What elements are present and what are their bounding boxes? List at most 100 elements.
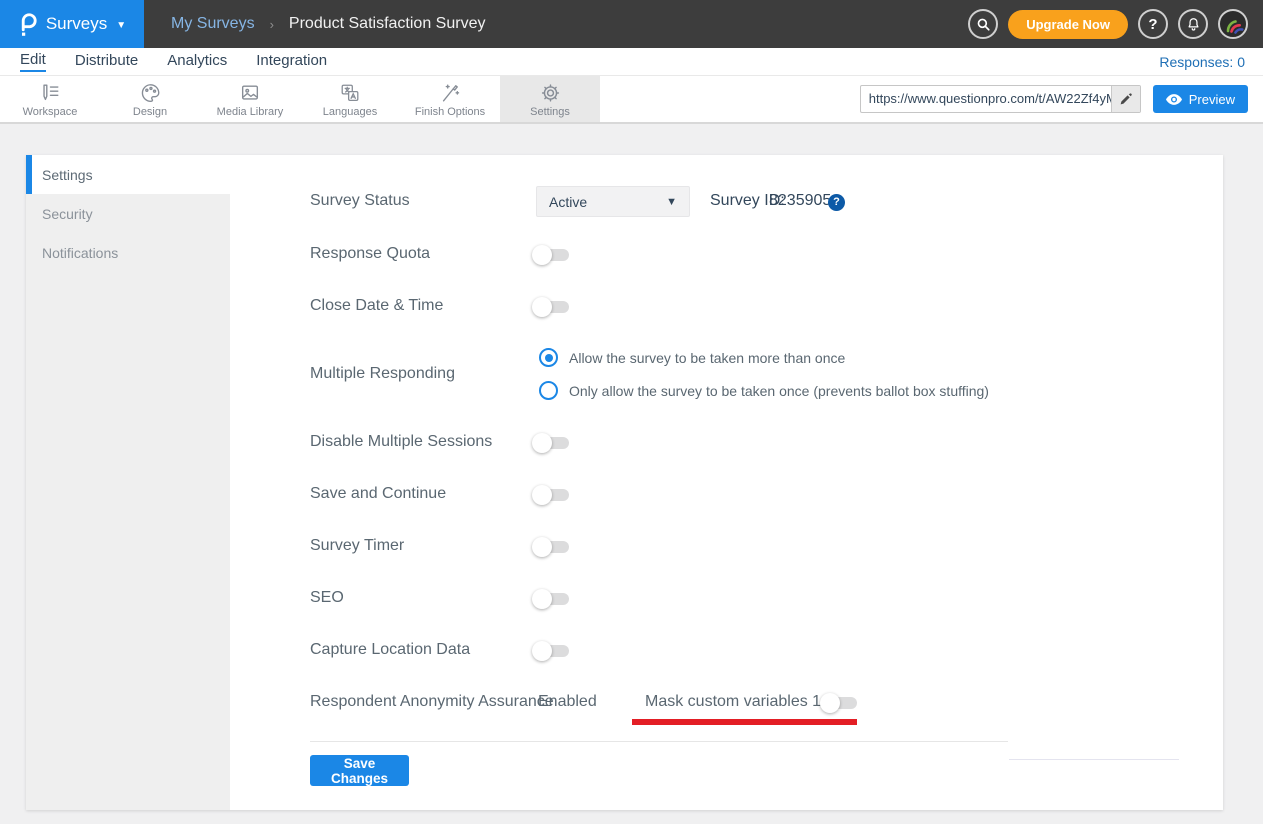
toolbar-item-finish-options[interactable]: Finish Options [400,76,500,122]
save-changes-button[interactable]: Save Changes [310,755,409,786]
app-logo-block[interactable]: Surveys ▼ [0,0,144,48]
breadcrumb-my-surveys[interactable]: My Surveys [171,15,255,33]
toolbar-item-languages[interactable]: Languages [300,76,400,122]
radio-only-once[interactable]: Only allow the survey to be taken once (… [539,381,989,400]
toolbar-right-group: https://www.questionpro.com/t/AW22Zf4yM … [860,76,1263,122]
help-icon: ? [1148,16,1157,33]
survey-url-value[interactable]: https://www.questionpro.com/t/AW22Zf4yM [861,86,1111,112]
avatar-image [1221,12,1245,36]
disable-sessions-label: Disable Multiple Sessions [310,433,492,451]
user-avatar[interactable] [1218,9,1248,39]
toolbar-item-workspace[interactable]: Workspace [0,76,100,122]
sidebar-item-settings[interactable]: Settings [26,155,230,194]
workspace-icon [38,80,62,104]
toolbar-item-design[interactable]: Design [100,76,200,122]
radio-allow-multiple[interactable]: Allow the survey to be taken more than o… [539,348,845,367]
toggle-knob [532,537,552,557]
survey-url-field[interactable]: https://www.questionpro.com/t/AW22Zf4yM [860,85,1141,113]
toggle-knob [532,297,552,317]
radio-label: Allow the survey to be taken more than o… [569,350,845,366]
edit-url-button[interactable] [1111,86,1140,112]
toggle-knob [532,485,552,505]
survey-nav-tabs: Edit Distribute Analytics Integration Re… [0,48,1263,76]
eye-icon [1166,94,1182,105]
header-actions: Upgrade Now ? [968,9,1263,39]
sidebar-item-notifications[interactable]: Notifications [26,233,230,272]
design-icon [139,80,162,104]
mask-variables-label: Mask custom variables 1-5 [645,693,835,711]
toggle-knob [820,693,840,713]
search-icon [976,17,991,32]
form-divider-secondary [1009,759,1179,760]
sidebar-item-label: Security [42,206,93,222]
disable-sessions-toggle[interactable] [533,437,569,449]
search-button[interactable] [968,9,998,39]
radio-selected-icon [539,348,558,367]
survey-timer-toggle[interactable] [533,541,569,553]
anonymity-status: Enabled [538,693,597,711]
toggle-knob [532,245,552,265]
breadcrumb: My Surveys › Product Satisfaction Survey [171,15,485,33]
top-header-bar: Surveys ▼ My Surveys › Product Satisfact… [0,0,1263,48]
toolbar-item-settings[interactable]: Settings [500,76,600,122]
page-title: Product Satisfaction Survey [289,15,486,33]
survey-timer-label: Survey Timer [310,537,404,555]
toggle-knob [532,433,552,453]
languages-icon [338,80,362,104]
help-button[interactable]: ? [1138,9,1168,39]
sidebar-item-security[interactable]: Security [26,194,230,233]
toolbar-label: Media Library [217,106,284,118]
toolbar-label: Settings [530,106,570,118]
toolbar-item-media-library[interactable]: Media Library [200,76,300,122]
edit-toolbar: Workspace Design Media Library [0,76,1263,124]
survey-id-value: 8235905 [769,192,831,210]
questionpro-logo-icon [18,12,37,37]
multiple-responding-label: Multiple Responding [310,365,455,383]
mask-variables-toggle[interactable] [821,697,857,709]
response-quota-label: Response Quota [310,245,430,263]
save-continue-label: Save and Continue [310,485,446,503]
survey-status-dropdown[interactable]: Active ▼ [536,186,690,217]
preview-button[interactable]: Preview [1153,85,1248,113]
tab-integration[interactable]: Integration [256,52,327,71]
breadcrumb-separator-icon: › [270,17,274,32]
survey-status-value: Active [549,194,666,210]
preview-label: Preview [1189,92,1235,107]
toolbar-label: Finish Options [415,106,485,118]
responses-count[interactable]: Responses: 0 [1159,54,1263,70]
seo-toggle[interactable] [533,593,569,605]
radio-label: Only allow the survey to be taken once (… [569,383,989,399]
red-highlight-underline [632,719,857,725]
tab-distribute[interactable]: Distribute [75,52,138,71]
survey-status-label: Survey Status [310,192,410,210]
tab-analytics[interactable]: Analytics [167,52,227,71]
upgrade-now-button[interactable]: Upgrade Now [1008,10,1128,39]
settings-icon [539,80,562,104]
toggle-knob [532,641,552,661]
toolbar-label: Design [133,106,167,118]
finish-options-icon [438,80,462,104]
pencil-icon [1119,93,1132,106]
sidebar-item-label: Notifications [42,245,118,261]
anonymity-label: Respondent Anonymity Assurance [310,693,554,711]
survey-id-help-icon[interactable]: ? [828,194,845,211]
tab-edit[interactable]: Edit [20,51,46,72]
save-continue-toggle[interactable] [533,489,569,501]
notifications-button[interactable] [1178,9,1208,39]
product-name: Surveys [46,14,107,34]
capture-location-label: Capture Location Data [310,641,470,659]
form-divider [310,741,1008,742]
chevron-down-icon: ▼ [116,20,126,31]
sidebar-item-label: Settings [42,167,93,183]
response-quota-toggle[interactable] [533,249,569,261]
media-library-icon [238,80,262,104]
radio-unselected-icon [539,381,558,400]
settings-form: Survey Status Active ▼ Survey ID: 823590… [230,155,1223,810]
capture-location-toggle[interactable] [533,645,569,657]
close-date-label: Close Date & Time [310,297,443,315]
close-date-toggle[interactable] [533,301,569,313]
seo-label: SEO [310,589,344,607]
toggle-knob [532,589,552,609]
bell-icon [1186,16,1201,32]
toolbar-label: Languages [323,106,377,118]
